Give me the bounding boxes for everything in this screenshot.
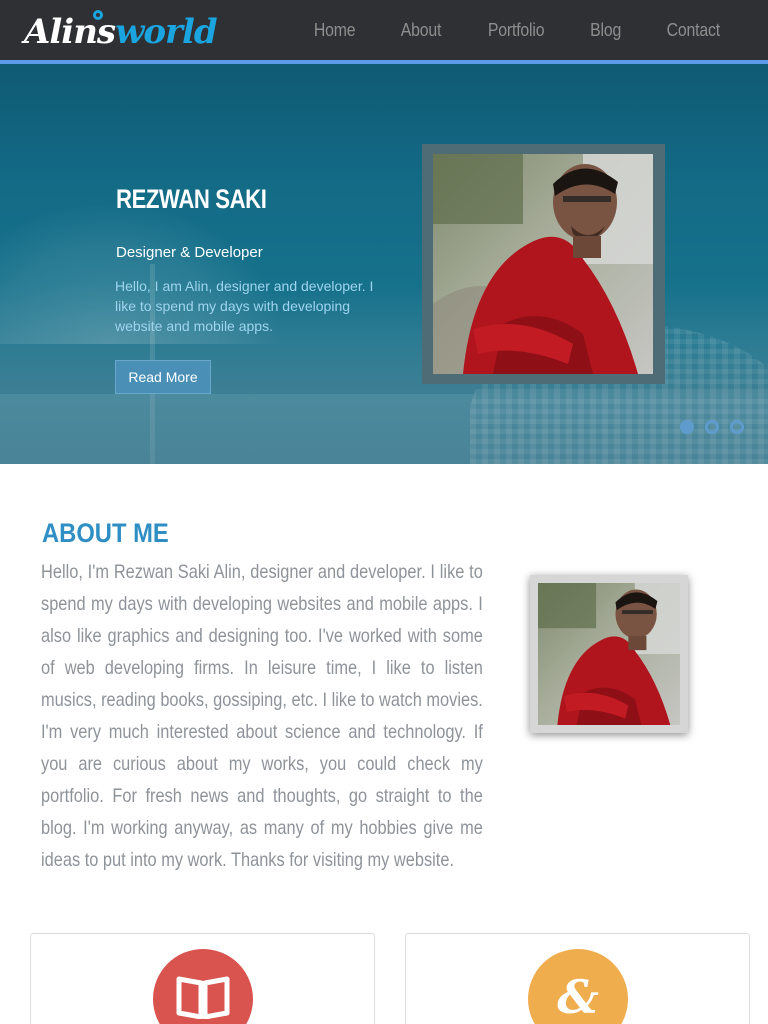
hero-slider: REZWAN SAKI Designer & Developer Hello, … xyxy=(0,64,768,464)
navbar: Alinsworld Home About Portfolio Blog Con… xyxy=(0,0,768,60)
hero-name: REZWAN SAKI xyxy=(116,184,267,214)
feature-card-ampersand: & xyxy=(405,933,750,1024)
hero-photo-frame xyxy=(422,144,665,384)
ampersand-icon: & xyxy=(528,949,628,1024)
hero-profile-photo xyxy=(433,154,653,374)
hero-role: Designer & Developer xyxy=(116,244,263,261)
slider-dot-2[interactable] xyxy=(705,420,719,434)
nav-home[interactable]: Home xyxy=(313,20,355,41)
site-logo[interactable]: Alinsworld xyxy=(24,8,218,54)
nav-about[interactable]: About xyxy=(401,20,442,41)
ampersand-glyph: & xyxy=(557,970,599,1024)
read-more-button[interactable]: Read More xyxy=(115,360,211,394)
main-nav: Home About Portfolio Blog Contact xyxy=(271,0,724,60)
about-profile-photo xyxy=(538,583,680,725)
hero-description: Hello, I am Alin, designer and developer… xyxy=(115,278,374,334)
about-title: ABOUT ME xyxy=(42,518,169,548)
logo-dot-icon xyxy=(93,10,103,20)
nav-contact[interactable]: Contact xyxy=(667,20,721,41)
book-icon xyxy=(153,949,253,1024)
logo-text: Alinsworld xyxy=(24,12,218,52)
about-photo-frame xyxy=(530,575,688,733)
feature-card-reading xyxy=(30,933,375,1024)
slider-dot-3[interactable] xyxy=(730,420,744,434)
nav-portfolio[interactable]: Portfolio xyxy=(488,20,545,41)
nav-blog[interactable]: Blog xyxy=(590,20,621,41)
slider-pagination xyxy=(669,420,744,434)
about-body: Hello, I'm Rezwan Saki Alin, designer an… xyxy=(41,561,483,871)
slider-dot-1[interactable] xyxy=(680,420,694,434)
